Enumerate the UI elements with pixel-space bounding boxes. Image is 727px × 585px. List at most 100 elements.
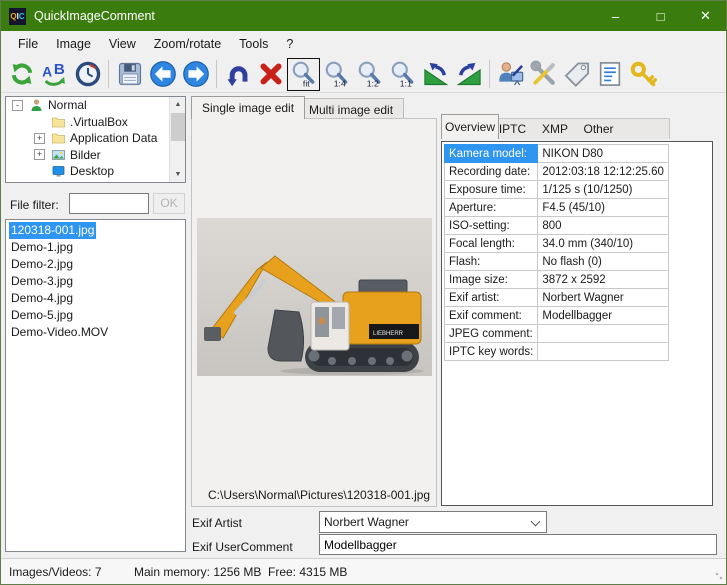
tab-single-image-edit[interactable]: Single image edit (191, 96, 305, 119)
table-row[interactable]: Exif artist:Norbert Wagner (445, 289, 669, 307)
tree-item-bilder[interactable]: +Bilder (6, 147, 185, 164)
table-row[interactable]: Flash:No flash (0) (445, 253, 669, 271)
property-label: Focal length: (445, 235, 538, 253)
zoom-1-1-button[interactable]: 1:1 (386, 58, 419, 91)
undo-button[interactable] (221, 58, 254, 91)
menu-item-zoom-rotate[interactable]: Zoom/rotate (145, 33, 230, 55)
property-value: F4.5 (45/10) (538, 199, 669, 217)
status-main-memory: Main memory: 1256 MB (134, 565, 261, 579)
property-label: Flash: (445, 253, 538, 271)
title-bar: QIC QuickImageComment – □ ✕ (1, 1, 727, 31)
delete-button[interactable] (254, 58, 287, 91)
tree-item-label: .VirtualBox (70, 115, 128, 129)
table-row[interactable]: Aperture:F4.5 (45/10) (445, 199, 669, 217)
next-image-button[interactable] (179, 58, 212, 91)
exif-usercomment-input[interactable] (319, 534, 717, 555)
property-label: Image size: (445, 271, 538, 289)
tree-expander-icon[interactable]: + (34, 133, 45, 144)
close-button[interactable]: ✕ (683, 1, 727, 31)
file-item[interactable]: Demo-2.jpg (7, 256, 184, 273)
property-label: Exif artist: (445, 289, 538, 307)
tab-other[interactable]: Other (576, 119, 621, 139)
file-item-label: Demo-3.jpg (9, 273, 75, 290)
refresh-button[interactable] (5, 58, 38, 91)
menu-item-tools[interactable]: Tools (230, 33, 277, 55)
exif-artist-combobox[interactable]: Norbert Wagner (319, 511, 547, 533)
file-item-label: Demo-2.jpg (9, 256, 75, 273)
tree-scrollbar[interactable]: ▲ ▼ (169, 97, 185, 182)
file-item[interactable]: Demo-1.jpg (7, 239, 184, 256)
text-file-icon (596, 60, 624, 88)
status-bar: Images/Videos: 7 Main memory: 1256 MB Fr… (1, 558, 727, 585)
file-item[interactable]: Demo-5.jpg (7, 307, 184, 324)
table-row[interactable]: Focal length:34.0 mm (340/10) (445, 235, 669, 253)
key-icon (629, 60, 657, 88)
property-value: 3872 x 2592 (538, 271, 669, 289)
zoom-fit-button[interactable]: fit (287, 58, 320, 91)
tree-expander-icon[interactable]: + (34, 149, 45, 160)
table-row[interactable]: Kamera model:NIKON D80 (445, 145, 669, 163)
property-label: Recording date: (445, 163, 538, 181)
tree-item-normal[interactable]: -Normal (6, 97, 185, 114)
text-file-button[interactable] (593, 58, 626, 91)
scroll-up-icon[interactable]: ▲ (170, 97, 186, 112)
tab-xmp[interactable]: XMP (534, 119, 576, 139)
file-item[interactable]: Demo-4.jpg (7, 290, 184, 307)
minimize-button[interactable]: – (593, 1, 638, 31)
filter-ok-button[interactable]: OK (153, 193, 185, 214)
file-item[interactable]: Demo-Video.MOV (7, 324, 184, 341)
zoom-1-2-button[interactable]: 1:2 (353, 58, 386, 91)
table-row[interactable]: Exif comment:Modellbagger (445, 307, 669, 325)
svg-text:1:2: 1:2 (366, 78, 378, 88)
tab-multi-image-edit[interactable]: Multi image edit (298, 98, 404, 119)
table-row[interactable]: ISO-setting:800 (445, 217, 669, 235)
table-row[interactable]: Exposure time:1/125 s (10/1250) (445, 181, 669, 199)
table-row[interactable]: IPTC key words: (445, 343, 669, 361)
menu-item-file[interactable]: File (9, 33, 47, 55)
chevron-down-icon[interactable] (531, 517, 541, 527)
tab-overview[interactable]: Overview (441, 114, 499, 139)
file-filter-input[interactable] (69, 193, 149, 214)
user-settings-button[interactable] (494, 58, 527, 91)
tree-expander-icon[interactable]: - (12, 100, 23, 111)
exif-usercomment-label: Exif UserComment (192, 540, 293, 554)
folder-icon (51, 131, 66, 145)
scroll-down-icon[interactable]: ▼ (170, 167, 186, 182)
app-window: QIC QuickImageComment – □ ✕ FileImageVie… (0, 0, 727, 585)
menu-item-help[interactable]: ? (277, 33, 302, 55)
maximize-button[interactable]: □ (638, 1, 683, 31)
settings-button[interactable] (527, 58, 560, 91)
folder-tree: -Normal.VirtualBox + Application Data +Bild… (5, 96, 186, 183)
rename-button[interactable]: AB (38, 58, 71, 91)
save-button[interactable] (113, 58, 146, 91)
menu-item-view[interactable]: View (100, 33, 145, 55)
tag-button[interactable] (560, 58, 593, 91)
toolbar: AB fit 1:4 1:2 1:1 (1, 56, 727, 93)
tree-expander-icon[interactable]: + (34, 182, 45, 183)
file-item-label: Demo-1.jpg (9, 239, 75, 256)
image-preview[interactable]: LIEBHERR (197, 218, 432, 376)
tree-item-label: Application Data (70, 131, 157, 145)
table-row[interactable]: Image size:3872 x 2592 (445, 271, 669, 289)
resize-grip[interactable] (715, 572, 725, 582)
zoom-1-4-button[interactable]: 1:4 (320, 58, 353, 91)
file-item[interactable]: Demo-3.jpg (7, 273, 184, 290)
previous-image-button[interactable] (146, 58, 179, 91)
table-row[interactable]: JPEG comment: (445, 325, 669, 343)
menu-item-image[interactable]: Image (47, 33, 100, 55)
file-list: 120318-001.jpgDemo-1.jpgDemo-2.jpgDemo-3… (5, 219, 186, 552)
tree-item-desktop[interactable]: Desktop (6, 163, 185, 180)
rotate-right-button[interactable] (452, 58, 485, 91)
arrow-left-icon (149, 60, 177, 88)
tree-item-dokumente[interactable]: +Dokumente (6, 180, 185, 184)
scroll-thumb[interactable] (171, 113, 185, 141)
tree-item--virtualbox[interactable]: .VirtualBox (6, 114, 185, 131)
tree-item-application-data[interactable]: + Application Data (6, 130, 185, 147)
file-item[interactable]: 120318-001.jpg (7, 222, 184, 239)
rotate-left-button[interactable] (419, 58, 452, 91)
picture-icon (51, 148, 66, 162)
table-row[interactable]: Recording date:2012:03:18 12:12:25.60 (445, 163, 669, 181)
clock-button[interactable] (71, 58, 104, 91)
key-button[interactable] (626, 58, 659, 91)
property-value: Modellbagger (538, 307, 669, 325)
